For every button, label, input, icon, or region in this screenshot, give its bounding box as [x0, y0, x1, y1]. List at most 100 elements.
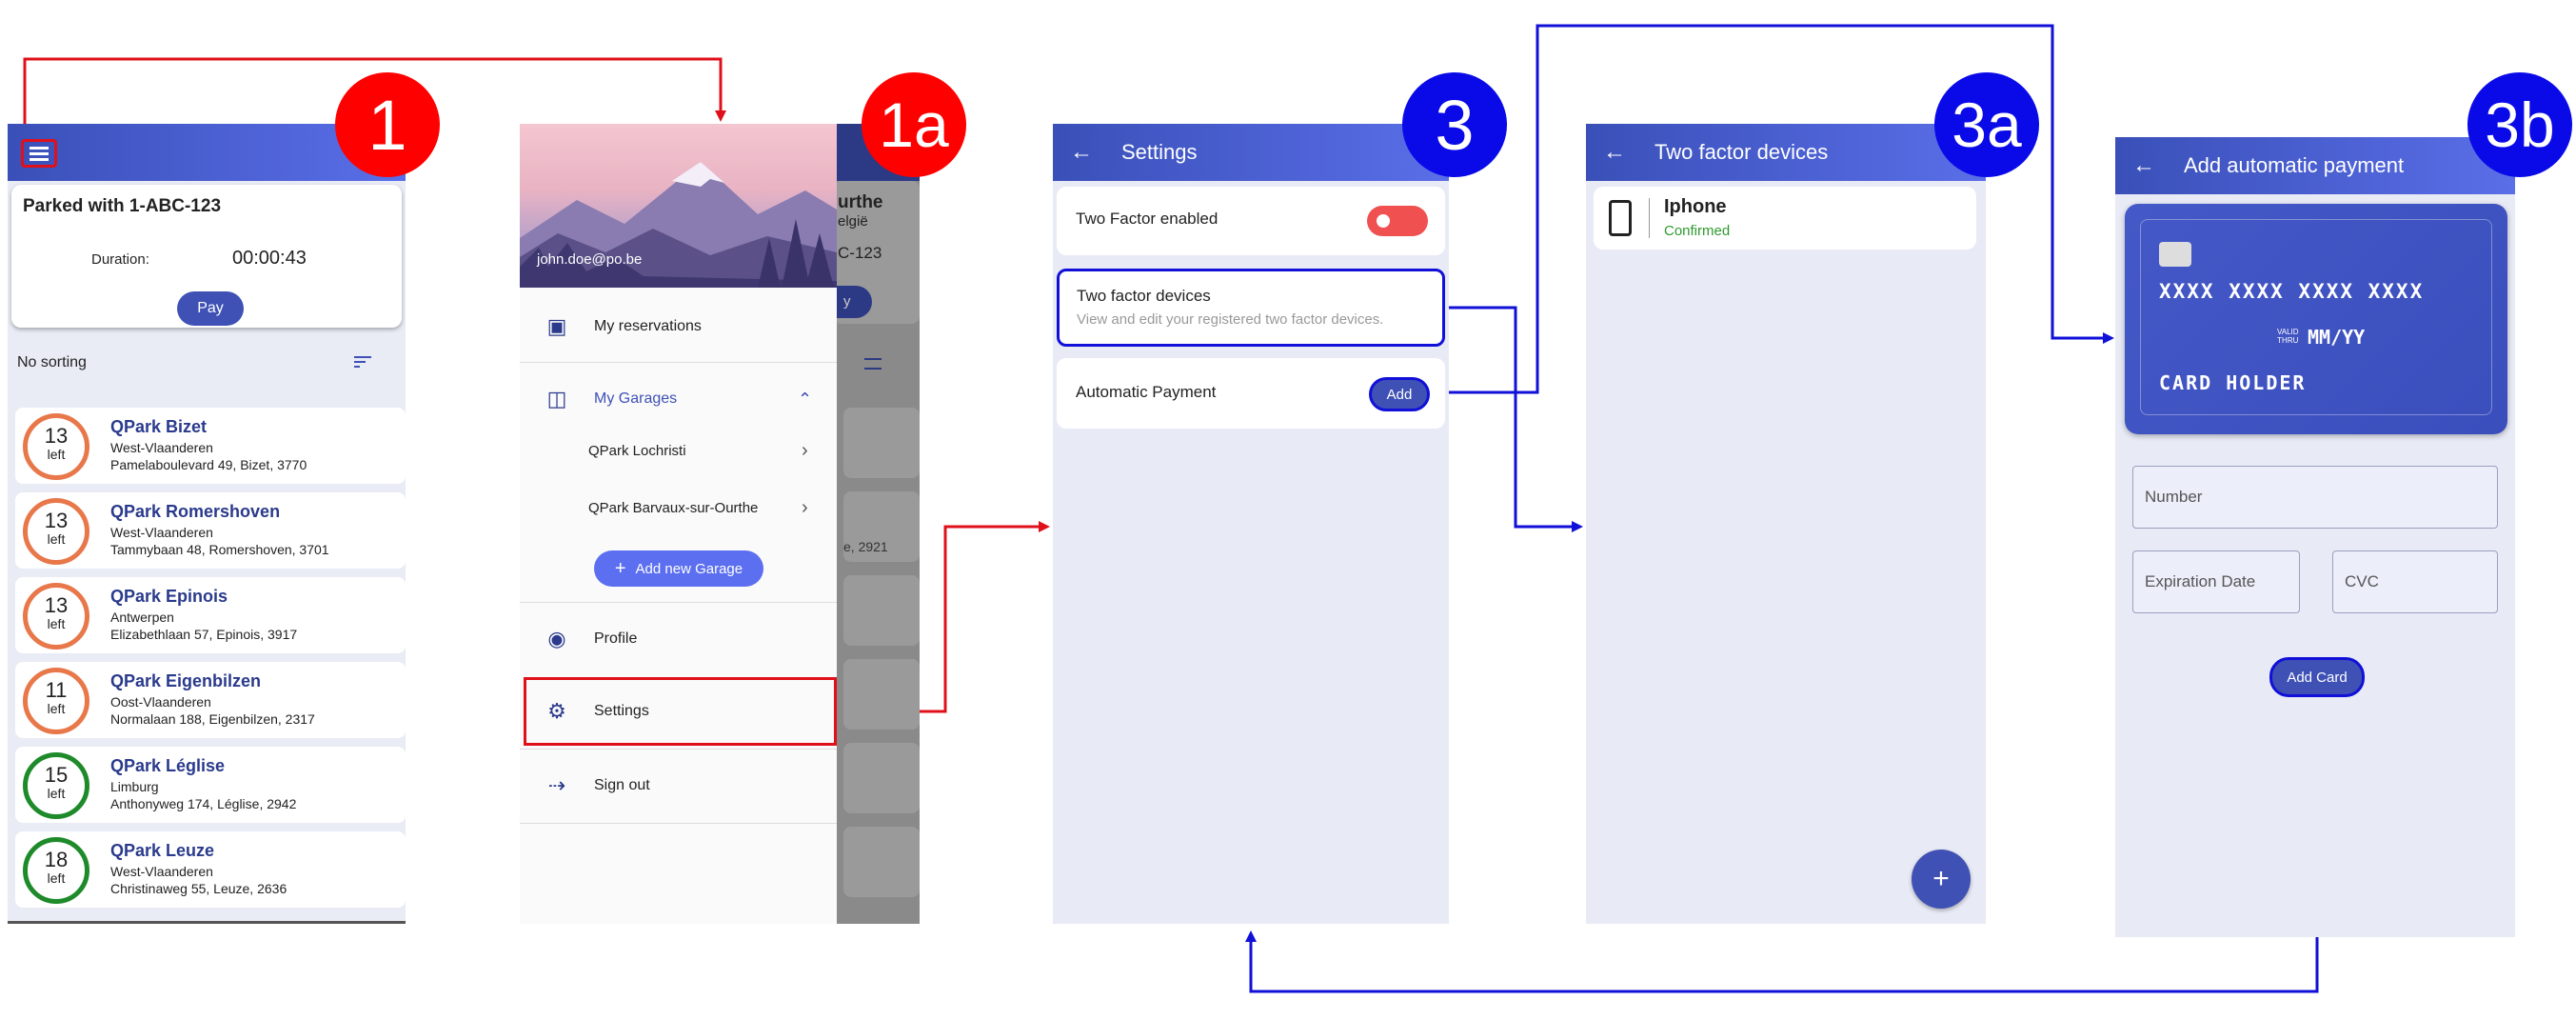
back-arrow-icon[interactable]: ←	[2115, 152, 2172, 179]
background-row	[843, 827, 920, 897]
drawer-header-image: john.doe@po.be	[520, 124, 837, 288]
garage-address: Pamelaboulevard 49, Bizet, 3770	[110, 457, 307, 472]
add-card-button[interactable]: Add Card	[2269, 657, 2365, 697]
menu-item-garage-barvaux[interactable]: QPark Barvaux-sur-Ourthe ›	[520, 481, 837, 534]
garage-name: QPark Léglise	[110, 756, 226, 775]
divider	[520, 362, 837, 363]
separator	[1649, 198, 1650, 238]
garage-region: Antwerpen	[110, 610, 174, 625]
step-badge-1a: 1a	[862, 72, 966, 177]
duration-value: 00:00:43	[232, 248, 307, 269]
plus-icon: +	[614, 557, 626, 579]
two-factor-devices-row[interactable]: Two factor devices View and edit your re…	[1057, 269, 1445, 347]
list-item[interactable]: 18 left QPark Leuze West-Vlaanderen Chris…	[15, 831, 406, 908]
device-row[interactable]: Iphone Confirmed	[1594, 187, 1976, 250]
add-device-fab[interactable]: +	[1912, 850, 1971, 909]
gear-icon: ⚙	[547, 699, 566, 723]
menu-icon	[30, 151, 49, 155]
two-factor-enabled-row: Two Factor enabled	[1057, 187, 1445, 255]
step-badge-3a: 3a	[1934, 72, 2039, 177]
background-row	[843, 659, 920, 730]
screen-drawer: urthe elgië C-123 y e, 2921 john.doe@po.…	[520, 124, 920, 924]
valid-thru-label: VALID THRU	[2277, 328, 2299, 345]
toggle-knob	[1377, 214, 1390, 228]
menu-item-profile[interactable]: ◉ Profile	[520, 606, 837, 672]
card-holder: CARD HOLDER	[2159, 371, 2307, 394]
hamburger-menu-button[interactable]	[21, 139, 57, 168]
menu-item-my-garages[interactable]: ◫ My Garages ⌃	[520, 366, 837, 432]
navigation-drawer: john.doe@po.be ▣ My reservations ◫ My Ga…	[520, 124, 837, 924]
garage-name: QPark Bizet	[110, 417, 208, 436]
garage-region: Oost-Vlaanderen	[110, 694, 211, 710]
calendar-icon: ▣	[546, 314, 567, 338]
page-title: Two factor devices	[1655, 140, 1829, 164]
parked-card: Parked with 1-ABC-123 Duration: 00:00:43…	[11, 185, 402, 328]
user-email: john.doe@po.be	[537, 251, 643, 268]
availability-ring: 15 left	[23, 752, 89, 819]
chevron-right-icon: ›	[802, 496, 808, 518]
card-number-input[interactable]: Number	[2132, 466, 2498, 529]
step-badge-3: 3	[1402, 72, 1507, 177]
card-expiry: MM/YY	[2308, 326, 2366, 349]
app-bar: ← Settings	[1053, 124, 1449, 181]
add-payment-button[interactable]: Add	[1369, 377, 1430, 411]
list-item[interactable]: 13 left QPark Epinois Antwerpen Elizabeth…	[15, 577, 406, 653]
page-title: Settings	[1121, 140, 1198, 164]
sort-icon[interactable]	[354, 356, 373, 370]
garage-name: QPark Leuze	[110, 841, 215, 860]
screen-add-payment: ← Add automatic payment XXXX XXXX XXXX X…	[2115, 137, 2515, 937]
back-arrow-icon[interactable]: ←	[1053, 139, 1110, 166]
app-bar: ← Two factor devices	[1586, 124, 1986, 181]
garage-region: Limburg	[110, 779, 159, 794]
availability-ring: 13 left	[23, 413, 89, 480]
list-item[interactable]: 13 left QPark Bizet West-Vlaanderen Pamel…	[15, 408, 406, 484]
step-badge-1: 1	[335, 72, 440, 177]
background-sort-icon	[864, 358, 882, 370]
card-number: XXXX XXXX XXXX XXXX	[2159, 280, 2425, 303]
screen-settings: ← Settings Two Factor enabled Two factor…	[1053, 124, 1449, 924]
parked-title: Parked with 1-ABC-123	[23, 196, 222, 216]
cvc-input[interactable]: CVC	[2332, 550, 2498, 613]
garage-region: West-Vlaanderen	[110, 440, 213, 455]
garage-region: West-Vlaanderen	[110, 864, 213, 879]
page-title: Add automatic payment	[2184, 153, 2405, 177]
menu-item-reservations[interactable]: ▣ My reservations	[520, 293, 837, 360]
list-item[interactable]: 11 left QPark Eigenbilzen Oost-Vlaanderen…	[15, 662, 406, 738]
list-item[interactable]: 13 left QPark Romershoven West-Vlaanderen…	[15, 492, 406, 569]
pay-button[interactable]: Pay	[177, 291, 244, 326]
garage-address: Christinaweg 55, Leuze, 2636	[110, 881, 287, 896]
background-row	[843, 743, 920, 813]
menu-item-sign-out[interactable]: ⇢ Sign out	[520, 752, 837, 819]
garage-address: Normalaan 188, Eigenbilzen, 2317	[110, 711, 315, 727]
garage-region: West-Vlaanderen	[110, 525, 213, 540]
list-item[interactable]: 15 left QPark Léglise Limburg Anthonyweg …	[15, 747, 406, 823]
chip-icon	[2159, 242, 2191, 267]
menu-item-settings[interactable]: ⚙ Settings	[520, 678, 837, 745]
garage-name: QPark Epinois	[110, 587, 228, 606]
arrow-devices-to-screen3a	[1447, 306, 1583, 532]
account-icon: ◉	[547, 627, 566, 650]
availability-ring: 13 left	[23, 498, 89, 565]
chevron-up-icon: ⌃	[798, 389, 813, 409]
automatic-payment-row: Automatic Payment Add	[1057, 358, 1445, 429]
availability-ring: 18 left	[23, 837, 89, 904]
screen-two-factor-devices: ← Two factor devices Iphone Confirmed +	[1586, 124, 1986, 924]
back-arrow-icon[interactable]: ←	[1586, 139, 1643, 166]
logout-icon: ⇢	[547, 773, 566, 797]
app-bar: ← Add automatic payment	[2115, 137, 2515, 194]
sorting-label: No sorting	[17, 354, 87, 370]
menu-item-garage-lochristi[interactable]: QPark Lochristi ›	[520, 424, 837, 477]
garage-address: Elizabethlaan 57, Epinois, 3917	[110, 627, 298, 642]
divider	[520, 749, 837, 750]
availability-ring: 13 left	[23, 583, 89, 650]
add-new-garage-button[interactable]: + Add new Garage	[594, 550, 763, 587]
two-factor-toggle[interactable]	[1367, 206, 1428, 236]
expiration-date-input[interactable]: Expiration Date	[2132, 550, 2300, 613]
background-row: e, 2921	[843, 491, 920, 562]
chevron-right-icon: ›	[802, 439, 808, 461]
garage-name: QPark Romershoven	[110, 502, 281, 521]
step-badge-3b: 3b	[2467, 72, 2572, 177]
background-card: urthe elgië C-123 y	[834, 181, 920, 324]
background-row	[843, 408, 920, 478]
car-icon: ◫	[546, 387, 567, 410]
